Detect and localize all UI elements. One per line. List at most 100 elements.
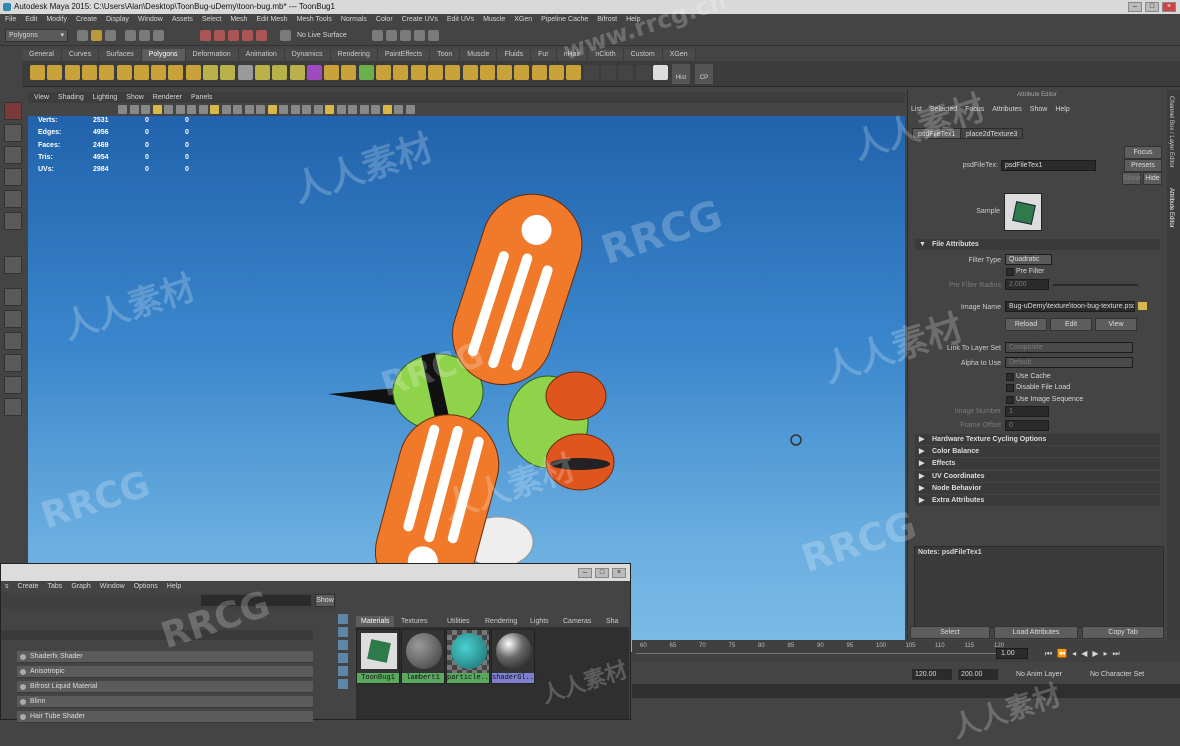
viewport-menu-renderer[interactable]: Renderer: [153, 92, 182, 103]
view-button[interactable]: View: [1095, 318, 1137, 331]
poly-tool-icon[interactable]: [116, 65, 132, 80]
poly-tool-icon[interactable]: [393, 65, 409, 80]
poly-tool-icon[interactable]: [185, 65, 201, 80]
link-layer-select[interactable]: Composite: [1005, 342, 1133, 353]
create-list-item[interactable]: Hair Tube Shader: [17, 711, 313, 723]
play-back-icon[interactable]: ◀: [1081, 649, 1087, 659]
material-swatch-particle[interactable]: particle...: [446, 629, 493, 684]
range-max-field[interactable]: 200.00: [958, 669, 998, 680]
shelf-tab-toon[interactable]: Toon: [430, 49, 461, 61]
poly-tool-icon[interactable]: [600, 65, 616, 80]
rotate-tool-icon[interactable]: [4, 190, 22, 208]
go-to-end-icon[interactable]: ⏭: [1113, 649, 1120, 659]
hs-menu-s[interactable]: s: [5, 581, 9, 592]
menu-help[interactable]: Help: [626, 14, 640, 26]
snap-point-icon[interactable]: [228, 30, 239, 41]
menu-window[interactable]: Window: [138, 14, 163, 26]
poly-tool-icon[interactable]: [324, 65, 340, 80]
play-forward-icon[interactable]: ▶: [1092, 649, 1098, 659]
maximize-button[interactable]: □: [1145, 2, 1159, 12]
browse-folder-icon[interactable]: [1138, 302, 1147, 310]
notes-panel[interactable]: Notes: psdFileTex1: [914, 546, 1164, 628]
render-settings-icon[interactable]: [414, 30, 425, 41]
viewport-tool-icon[interactable]: [382, 105, 392, 114]
history-icon[interactable]: Hist: [672, 64, 690, 84]
viewport-tool-icon[interactable]: [348, 105, 357, 114]
save-scene-icon[interactable]: [105, 30, 116, 41]
focus-button[interactable]: Focus: [1124, 146, 1162, 159]
section-uv-coordinates[interactable]: ▶ UV Coordinates: [915, 470, 1160, 482]
poly-tool-icon[interactable]: [47, 65, 63, 80]
shelf-tab-animation[interactable]: Animation: [238, 49, 285, 61]
create-list-item[interactable]: Shaderfx Shader: [17, 651, 313, 663]
viewport-tool-icon[interactable]: [302, 105, 311, 114]
viewport-tool-icon[interactable]: [233, 105, 242, 114]
select-object-icon[interactable]: [139, 30, 150, 41]
ipr-render-icon[interactable]: [400, 30, 411, 41]
hs-menu-help[interactable]: Help: [167, 581, 181, 592]
poly-tool-icon[interactable]: [445, 65, 461, 80]
open-scene-icon[interactable]: [91, 30, 102, 41]
viewport-tool-icon[interactable]: [118, 105, 127, 114]
viewport-tool-icon[interactable]: [290, 105, 300, 114]
viewport-tool-icon[interactable]: [359, 105, 369, 114]
alpha-to-use-select[interactable]: Default: [1005, 357, 1133, 368]
poly-tool-icon[interactable]: [237, 65, 253, 80]
universal-manipulator-icon[interactable]: [4, 256, 22, 274]
hs-maximize-button[interactable]: □: [595, 568, 609, 578]
pre-filter-radius-slider[interactable]: [1053, 284, 1138, 286]
create-bar-slider[interactable]: [1, 630, 313, 640]
viewport-menu-shading[interactable]: Shading: [58, 92, 84, 103]
section-color-balance[interactable]: ▶ Color Balance: [915, 446, 1160, 458]
poly-tool-icon[interactable]: [168, 65, 184, 80]
hs-tab-icon[interactable]: [338, 679, 348, 689]
section-hardware-texture-cycling-options[interactable]: ▶ Hardware Texture Cycling Options: [915, 434, 1160, 445]
tab-place2dtexture3[interactable]: place2dTexture3: [960, 128, 1024, 139]
hs-menu-options[interactable]: Options: [134, 581, 158, 592]
side-tab-channel-box[interactable]: Channel Box / Layer Editor: [1168, 96, 1174, 168]
viewport-tool-icon[interactable]: [405, 105, 415, 114]
image-name-field[interactable]: Bug-uDemy\texture\toon-bug-texture.psd: [1005, 301, 1135, 312]
outliner-layout-icon[interactable]: [4, 376, 22, 394]
hs-minimize-button[interactable]: –: [578, 568, 592, 578]
shelf-tab-fur[interactable]: Fur: [531, 49, 557, 61]
hs-menu-window[interactable]: Window: [100, 581, 125, 592]
poly-tool-icon[interactable]: [635, 65, 651, 80]
file-attributes-section[interactable]: ▼ File Attributes: [915, 239, 1160, 250]
ae-menu-attributes[interactable]: Attributes: [992, 106, 1022, 113]
copy-tab-button[interactable]: Copy Tab: [1082, 626, 1164, 639]
shelf-tab-curves[interactable]: Curves: [61, 49, 100, 61]
viewport-menu-show[interactable]: Show: [126, 92, 144, 103]
poly-tool-icon[interactable]: [410, 65, 426, 80]
viewport-tool-icon[interactable]: [244, 105, 254, 114]
shelf-tab-surfaces[interactable]: Surfaces: [99, 49, 142, 61]
poly-tool-icon[interactable]: [376, 65, 391, 80]
menu-file[interactable]: File: [5, 14, 16, 26]
poly-tool-icon[interactable]: [652, 65, 668, 80]
menu-display[interactable]: Display: [106, 14, 129, 26]
hs-tab-icon[interactable]: [338, 653, 348, 663]
hs-tab-icon[interactable]: [338, 666, 348, 676]
poly-tool-icon[interactable]: [462, 65, 478, 80]
create-list-item[interactable]: Anisotropic: [17, 666, 313, 678]
menu-create[interactable]: Create: [76, 14, 97, 26]
hs-tab-icon[interactable]: [338, 614, 348, 624]
use-cache-checkbox[interactable]: [1006, 373, 1014, 381]
hs-menu-tabs[interactable]: Tabs: [48, 581, 63, 592]
shelf-tab-xgen[interactable]: XGen: [662, 49, 696, 61]
poly-tool-icon[interactable]: [203, 65, 218, 80]
menu-modify[interactable]: Modify: [46, 14, 67, 26]
poly-tool-icon[interactable]: [81, 65, 97, 80]
menu-set-select[interactable]: Polygons: [5, 29, 68, 42]
menu-mesh-tools[interactable]: Mesh Tools: [297, 14, 332, 26]
poly-tool-icon[interactable]: [358, 65, 374, 80]
shelf-tab-dynamics[interactable]: Dynamics: [284, 49, 331, 61]
snap-grid-icon[interactable]: [200, 30, 211, 41]
pre-filter-checkbox[interactable]: [1006, 268, 1014, 276]
hs-menu-create[interactable]: Create: [18, 581, 39, 592]
hs-tab-cameras[interactable]: Cameras: [558, 616, 596, 627]
create-list-item[interactable]: Bifrost Liquid Material: [17, 681, 313, 693]
render-view-icon[interactable]: [372, 30, 383, 41]
center-pivot-icon[interactable]: CP: [695, 64, 713, 84]
lasso-tool-icon[interactable]: [4, 124, 22, 142]
